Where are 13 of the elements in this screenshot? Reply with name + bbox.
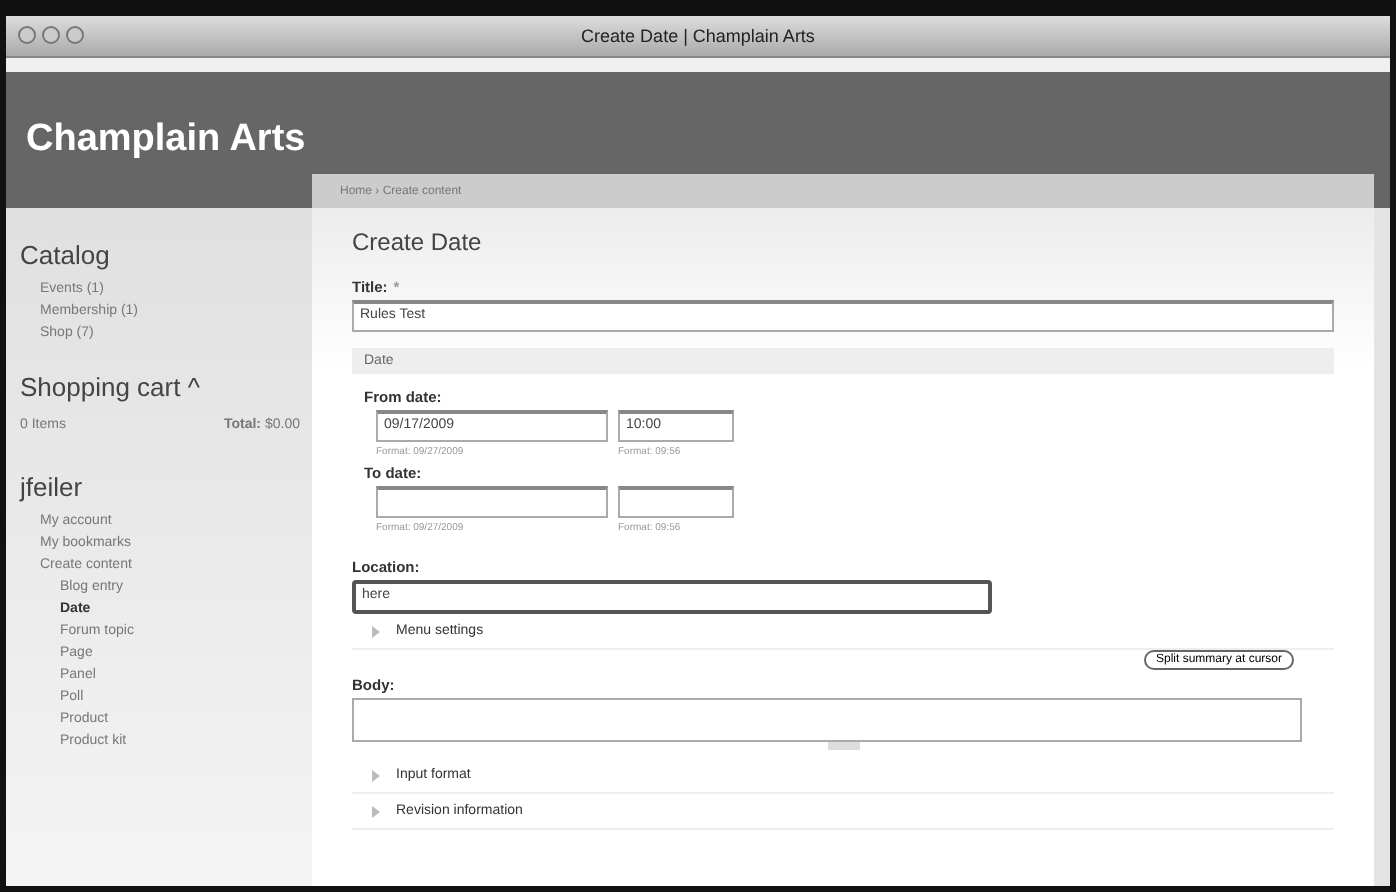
date-field[interactable] <box>376 486 608 518</box>
page-heading: Create Date <box>352 228 484 256</box>
time-field[interactable] <box>618 486 734 518</box>
triangle-icon <box>372 769 380 781</box>
triangle-icon <box>372 805 380 817</box>
site-name[interactable]: Champlain Arts <box>26 118 306 162</box>
block-title: jfeiler <box>20 472 85 502</box>
resize-grip[interactable] <box>827 742 859 750</box>
block-title: Shopping cart ^ <box>20 372 202 402</box>
triangle-icon <box>372 625 380 637</box>
window-title: Create Date | Champlain Arts <box>581 26 815 46</box>
body-field[interactable] <box>352 698 1302 742</box>
block-title: Catalog <box>20 240 112 270</box>
